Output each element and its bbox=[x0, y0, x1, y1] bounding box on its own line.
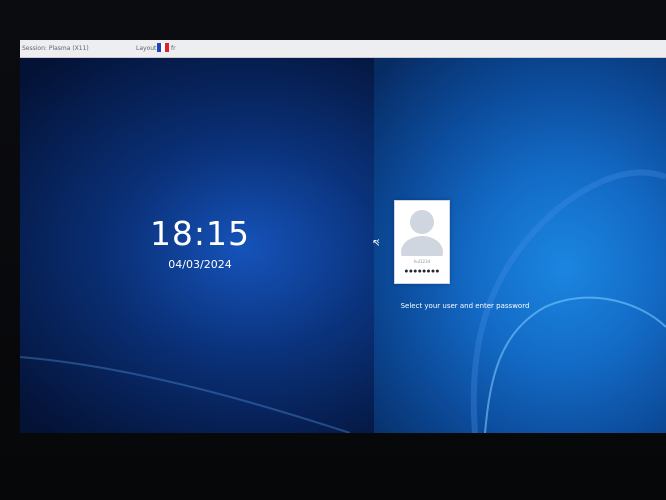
clock-date: 04/03/2024 bbox=[168, 258, 232, 271]
session-selector[interactable]: Session: Plasma (X11) bbox=[22, 45, 89, 52]
keyboard-layout-label[interactable]: Layout bbox=[136, 45, 156, 52]
user-card[interactable]: hul1234 bbox=[394, 200, 450, 284]
user-name: hul1234 bbox=[413, 259, 431, 264]
chevron-left-icon[interactable]: ‹ bbox=[376, 236, 380, 247]
user-silhouette-icon bbox=[399, 204, 445, 256]
flag-icon[interactable] bbox=[157, 43, 169, 52]
top-bar: Session: Plasma (X11) Layout fr bbox=[20, 40, 666, 58]
login-screen: Session: Plasma (X11) Layout fr 18:15 04… bbox=[20, 40, 666, 433]
clock-time: 18:15 bbox=[149, 214, 251, 253]
password-field[interactable] bbox=[398, 268, 446, 276]
keyboard-layout-code[interactable]: fr bbox=[171, 45, 176, 52]
login-prompt: Select your user and enter password bbox=[400, 302, 530, 310]
